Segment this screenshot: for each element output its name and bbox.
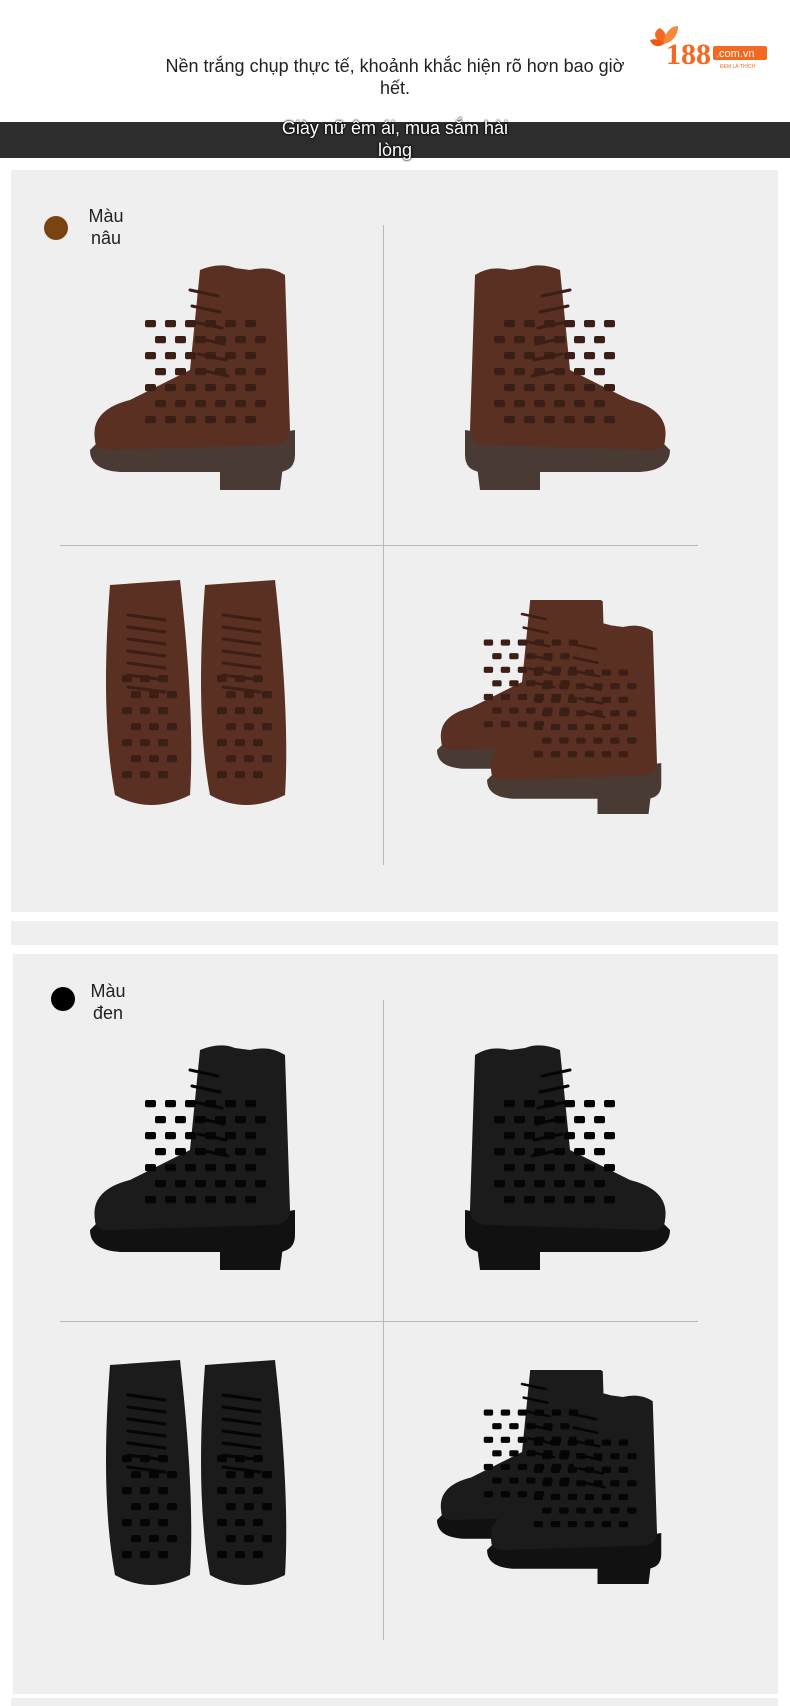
logo-tagline: ĐEM LÀ THÍCH (720, 63, 756, 70)
grid-divider-horizontal (60, 1321, 698, 1322)
product-image-black-side-right[interactable] (430, 1030, 690, 1290)
product-image-brown-pair[interactable] (430, 600, 690, 860)
section-spacer-bottom (11, 1698, 778, 1706)
product-image-black-top[interactable] (80, 1345, 340, 1605)
color-swatch-brown[interactable] (44, 216, 68, 240)
product-image-black-side-left[interactable] (70, 1030, 330, 1290)
brand-logo[interactable]: 188 .com.vn ĐEM LÀ THÍCH (650, 22, 770, 72)
product-image-brown-side-right[interactable] (430, 250, 690, 510)
grid-divider-horizontal (60, 545, 698, 546)
banner-text: Giày nữ êm ái, mua sắm hài lòng (281, 118, 509, 160)
header-subtitle: Nền trắng chụp thực tế, khoảnh khắc hiện… (165, 56, 625, 98)
color-label-brown: Màu nâu (88, 206, 124, 248)
product-image-brown-top[interactable] (80, 565, 340, 825)
logo-domain: .com.vn (716, 48, 755, 60)
grid-divider-vertical (383, 1000, 384, 1640)
product-image-brown-side-left[interactable] (70, 250, 330, 510)
color-label-black: Màu đen (90, 981, 126, 1023)
section-spacer (11, 921, 778, 945)
logo-number: 188 (666, 38, 711, 71)
color-swatch-black[interactable] (51, 987, 75, 1011)
product-image-black-pair[interactable] (430, 1370, 690, 1630)
